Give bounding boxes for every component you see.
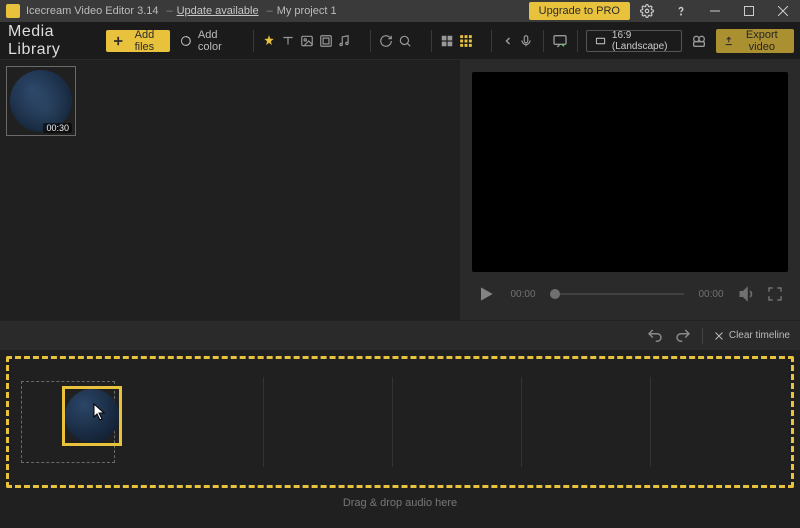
toolbar: Media Library Add files Add color 16:9 (… (0, 22, 800, 60)
close-button[interactable] (766, 0, 800, 22)
project-name: My project 1 (277, 5, 337, 17)
add-files-button[interactable]: Add files (106, 30, 170, 52)
add-color-label: Add color (198, 29, 237, 53)
fullscreen-icon[interactable] (766, 285, 784, 303)
app-icon (6, 4, 20, 18)
timeline-actions: Clear timeline (0, 320, 800, 350)
preview-canvas (472, 72, 788, 272)
timeline-sections (135, 377, 779, 467)
sticker-tool-icon[interactable] (316, 30, 335, 52)
maximize-button[interactable] (732, 0, 766, 22)
update-link[interactable]: Update available (177, 5, 259, 17)
player-controls: 00:00 00:00 (472, 272, 788, 316)
export-label: Export video (738, 29, 786, 53)
transitions-icon[interactable] (260, 30, 279, 52)
media-thumb[interactable]: 00:30 (6, 66, 76, 136)
aspect-label: 16:9 (Landscape) (612, 30, 674, 52)
volume-icon[interactable] (738, 285, 756, 303)
media-duration: 00:30 (43, 123, 72, 133)
clear-timeline-label: Clear timeline (729, 330, 790, 341)
view-small-icon[interactable] (456, 30, 475, 52)
mic-icon[interactable] (517, 30, 535, 52)
audio-dropzone[interactable]: Drag & drop audio here (6, 488, 794, 518)
export-button[interactable]: Export video (716, 29, 794, 53)
view-large-icon[interactable] (438, 30, 457, 52)
camera-icon[interactable] (690, 30, 708, 52)
gear-icon[interactable] (630, 0, 664, 22)
play-button[interactable] (476, 284, 496, 304)
dragging-clip[interactable] (62, 386, 122, 446)
text-tool-icon[interactable] (279, 30, 298, 52)
current-time: 00:00 (506, 289, 540, 300)
timeline-slot[interactable] (21, 381, 115, 463)
aspect-ratio-select[interactable]: 16:9 (Landscape) (586, 30, 683, 52)
audio-tool-icon[interactable] (335, 30, 354, 52)
timeline-area: Drag & drop audio here (0, 350, 800, 528)
minimize-button[interactable] (698, 0, 732, 22)
seek-bar[interactable] (550, 293, 684, 295)
media-library-panel: 00:30 (0, 60, 460, 320)
undo-icon[interactable] (646, 327, 664, 345)
media-library-title: Media Library (8, 23, 96, 59)
app-name: Icecream Video Editor 3.14 (26, 5, 158, 17)
timeline-dropzone[interactable] (6, 356, 794, 488)
total-time: 00:00 (694, 289, 728, 300)
clear-timeline-button[interactable]: Clear timeline (713, 330, 790, 342)
collapse-icon[interactable] (498, 30, 517, 52)
upgrade-button[interactable]: Upgrade to PRO (529, 2, 630, 20)
redo-icon[interactable] (674, 327, 692, 345)
image-tool-icon[interactable] (297, 30, 316, 52)
main-area: 00:30 00:00 00:00 (0, 60, 800, 320)
refresh-icon[interactable] (377, 30, 396, 52)
search-icon[interactable] (396, 30, 415, 52)
preview-panel: 00:00 00:00 (460, 60, 800, 320)
seek-knob[interactable] (550, 289, 560, 299)
chat-icon[interactable] (551, 30, 569, 52)
audio-hint: Drag & drop audio here (343, 497, 457, 509)
add-color-button[interactable]: Add color (180, 29, 237, 53)
add-files-label: Add files (127, 29, 163, 53)
titlebar: Icecream Video Editor 3.14 – Update avai… (0, 0, 800, 22)
help-icon[interactable] (664, 0, 698, 22)
cursor-icon (93, 403, 107, 421)
